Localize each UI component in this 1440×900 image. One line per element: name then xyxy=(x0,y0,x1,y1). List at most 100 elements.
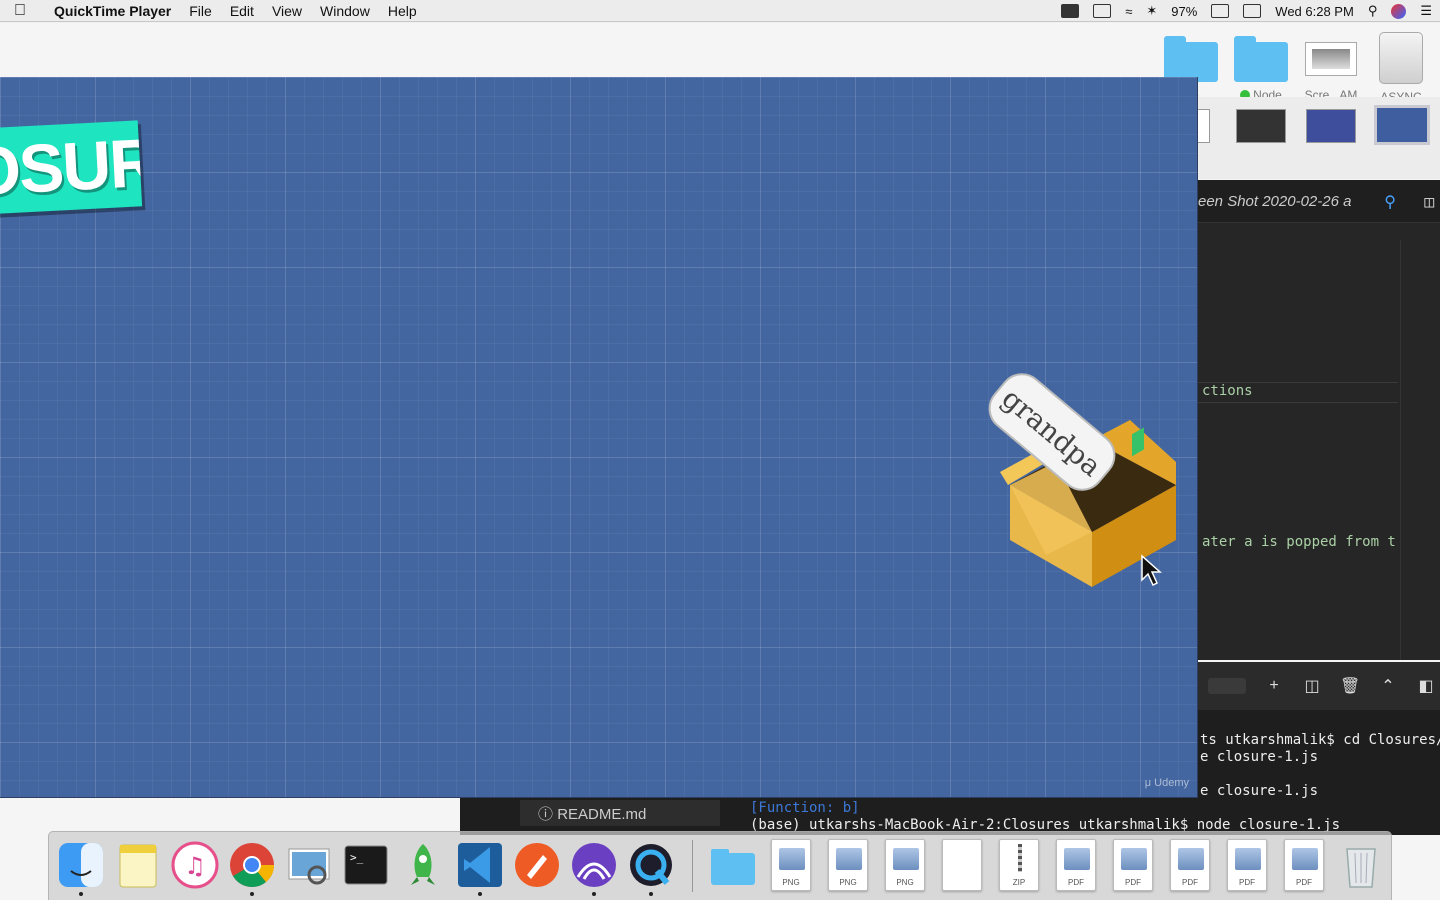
terminal-select[interactable] xyxy=(1208,678,1246,694)
dock-png-file[interactable]: PNG xyxy=(771,839,811,891)
pdf-file-icon xyxy=(1121,848,1147,870)
zip-icon xyxy=(1018,844,1022,872)
preview-icon xyxy=(288,848,330,885)
dock-postman-icon[interactable] xyxy=(513,841,561,889)
menu-view[interactable]: View xyxy=(272,3,302,19)
bluetooth-icon[interactable]: ✶ xyxy=(1146,3,1157,19)
dock-pdf-file[interactable]: PDF xyxy=(1227,839,1267,891)
file-type-tag: ZIP xyxy=(1012,878,1026,887)
finder-icon xyxy=(59,843,103,887)
battery-percent[interactable]: 97% xyxy=(1171,4,1197,19)
folder-icon xyxy=(711,849,755,885)
dock-terminal-icon[interactable]: >_ xyxy=(342,841,390,889)
file-type-tag: PNG xyxy=(839,878,857,887)
battery-icon[interactable] xyxy=(1211,4,1230,18)
dock-preview-icon[interactable] xyxy=(285,841,333,889)
code-editor: een Shot 2020-02-26 a ⚲ ◫ ctions ater a … xyxy=(1198,180,1440,660)
dock-blank-file[interactable] xyxy=(942,839,982,891)
wifi-icon[interactable]: ≈ xyxy=(1125,4,1132,19)
menu-edit[interactable]: Edit xyxy=(230,3,254,19)
siri-icon[interactable] xyxy=(1391,3,1407,19)
add-terminal-icon[interactable]: + xyxy=(1264,677,1284,695)
menu-bar:  QuickTime Player File Edit View Window… xyxy=(0,0,1440,22)
notification-center-icon[interactable]: ☰ xyxy=(1420,3,1432,19)
chrome-icon xyxy=(230,843,275,887)
dock-vscode-icon[interactable] xyxy=(456,841,504,896)
image-file-icon xyxy=(779,848,805,870)
dock-quicktime-icon[interactable] xyxy=(627,841,675,896)
dock-gitkraken-icon[interactable] xyxy=(399,841,447,889)
dock-pdf-file[interactable]: PDF xyxy=(1113,839,1153,891)
desktop-screenshot-file[interactable]: Scre...AM xyxy=(1296,42,1366,102)
trash-icon[interactable]: 🗑 xyxy=(1340,676,1360,696)
svg-text:♫: ♫ xyxy=(184,852,206,880)
inspect-icon[interactable]: ⚲ xyxy=(1384,192,1396,211)
split-terminal-icon[interactable]: ◫ xyxy=(1302,676,1322,696)
status-app-icon[interactable] xyxy=(1061,4,1080,18)
udemy-logo-text: Udemy xyxy=(1154,777,1189,789)
desktop-folder-node[interactable]: Node xyxy=(1226,36,1296,102)
apple-menu-icon[interactable]:  xyxy=(14,2,42,20)
toggle-panel-icon[interactable]: ◧ xyxy=(1416,676,1436,696)
dock-pdf-file[interactable]: PDF xyxy=(1284,839,1324,891)
music-icon: ♫ xyxy=(171,841,219,889)
divider xyxy=(1198,402,1398,403)
file-type-tag: PNG xyxy=(896,878,914,887)
preview-thumbnail-strip xyxy=(1178,97,1440,179)
dock-zip-file[interactable]: ZIP xyxy=(999,839,1039,891)
dock-png-file[interactable]: PNG xyxy=(828,839,868,891)
terminal-toolbar: + ◫ 🗑 ⌃ ◧ xyxy=(1198,662,1440,710)
thumbnail-item[interactable] xyxy=(1306,109,1356,143)
code-line: ctions xyxy=(1202,383,1253,399)
file-type-tag: PDF xyxy=(1182,878,1198,887)
menu-app-name[interactable]: QuickTime Player xyxy=(54,3,171,19)
dock-folder-stack[interactable] xyxy=(709,841,757,889)
file-type-tag: PDF xyxy=(1125,878,1141,887)
dock-pdf-file[interactable]: PDF xyxy=(1056,839,1096,891)
dock-finder-icon[interactable] xyxy=(57,841,105,896)
dock-notes-icon[interactable] xyxy=(114,841,162,889)
terminal-line: e closure-1.js xyxy=(1200,749,1319,765)
notes-icon xyxy=(119,844,157,888)
pdf-file-icon xyxy=(1064,848,1090,870)
editor-tab-title[interactable]: een Shot 2020-02-26 a xyxy=(1198,193,1351,210)
dock-trash[interactable] xyxy=(1337,841,1385,889)
editor-tab-bar: een Shot 2020-02-26 a ⚲ ◫ xyxy=(1198,180,1440,223)
image-file-icon xyxy=(893,848,919,870)
dock-separator xyxy=(692,840,693,892)
quicktime-icon xyxy=(630,844,672,886)
spotlight-search-icon[interactable]: ⚲ xyxy=(1368,3,1378,19)
menu-help[interactable]: Help xyxy=(388,3,417,19)
info-icon: ⓘ xyxy=(538,806,554,823)
terminal-icon: >_ xyxy=(344,845,388,885)
dock-png-file[interactable]: PNG xyxy=(885,839,925,891)
closure-title-banner: OSURE xyxy=(0,120,143,216)
pdf-file-icon xyxy=(1235,848,1261,870)
dock-itunes-icon[interactable]: ♫ xyxy=(171,841,219,889)
desktop-drive-async[interactable]: ASYNC xyxy=(1366,32,1436,104)
chevron-up-icon[interactable]: ⌃ xyxy=(1378,676,1398,696)
readme-tab[interactable]: ⓘ README.md xyxy=(520,800,720,826)
clock[interactable]: Wed 6:28 PM xyxy=(1275,4,1354,19)
vscode-icon xyxy=(458,843,502,887)
gift-box-illustration: grandpa xyxy=(988,373,1176,587)
pdf-file-icon xyxy=(1292,848,1318,870)
menu-window[interactable]: Window xyxy=(320,3,370,19)
quicktime-video-window[interactable]: OSURE grandpa μ Udemy xyxy=(0,77,1198,798)
split-view-icon[interactable]: ◫ xyxy=(1424,192,1434,211)
terminal-line: [Function: b] xyxy=(750,800,860,816)
udemy-logo-icon: μ xyxy=(1144,777,1152,789)
thumbnail-item-selected[interactable] xyxy=(1374,105,1430,145)
dock: ♫ >_ PNG PNG PNG ZIP PDF PDF PDF PDF PDF xyxy=(48,831,1392,900)
dock-torrent-icon[interactable] xyxy=(570,841,618,896)
drive-icon xyxy=(1379,32,1423,84)
editor-minimap[interactable] xyxy=(1400,240,1440,660)
file-type-tag: PDF xyxy=(1239,878,1255,887)
dock-pdf-file[interactable]: PDF xyxy=(1170,839,1210,891)
input-source-icon[interactable] xyxy=(1243,4,1262,18)
thumbnail-item[interactable] xyxy=(1236,109,1286,143)
dock-chrome-icon[interactable] xyxy=(228,841,276,896)
notes-status-icon[interactable] xyxy=(1093,4,1112,18)
menu-file[interactable]: File xyxy=(189,3,212,19)
mouse-cursor-icon xyxy=(1141,554,1162,587)
